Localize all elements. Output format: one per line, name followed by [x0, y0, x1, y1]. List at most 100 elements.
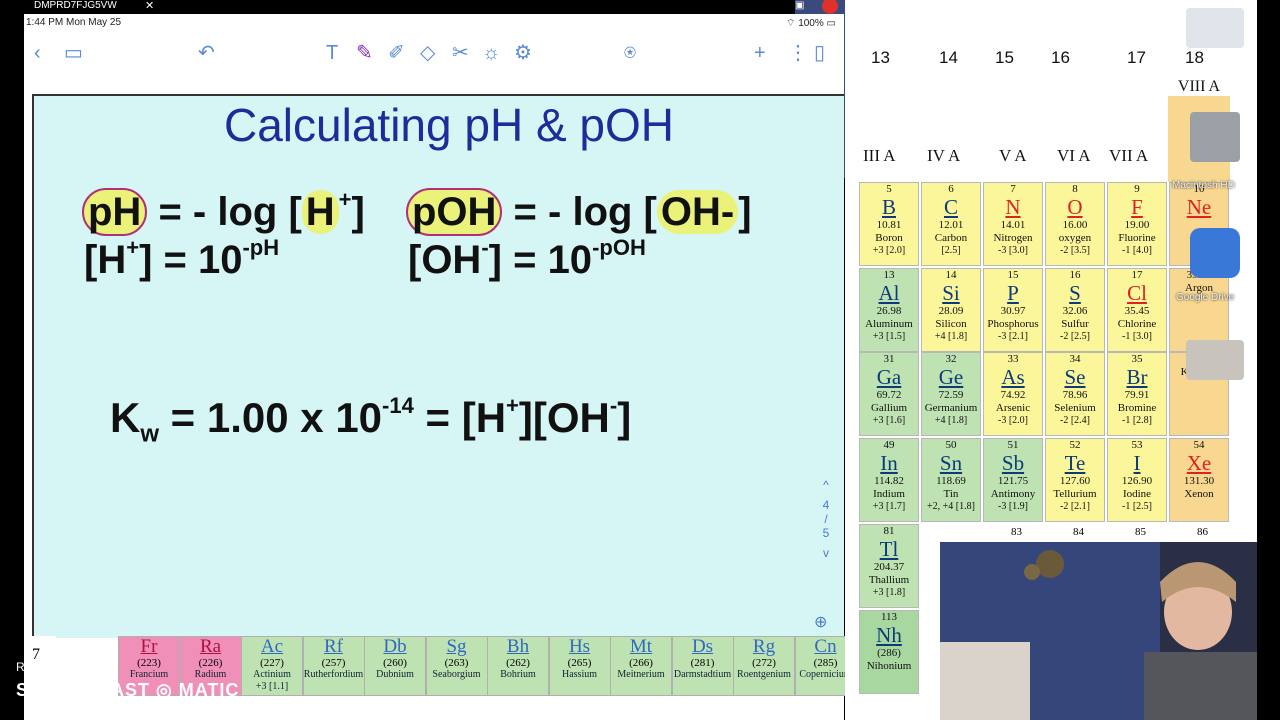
recording-topbar: DMPRD7FJG5VW ✕ ▣ [0, 0, 1112, 178]
scroll-down-icon[interactable]: v [818, 546, 834, 560]
atomic-mass: (227) [260, 657, 284, 669]
atomic-number: 54 [1193, 439, 1205, 451]
scroll-up-icon[interactable]: ^ [818, 478, 834, 492]
atomic-mass: (260) [383, 657, 407, 669]
oxidation-state: +3 [1.5] [872, 331, 906, 342]
back-icon[interactable]: ‹ [34, 42, 41, 64]
element-name: Darmstadtium [673, 669, 732, 680]
oxidation-state: -3 [2.0] [998, 415, 1028, 426]
sidebar-icon[interactable]: ▯ [814, 42, 825, 64]
page-scroller[interactable]: ^ 4 / 5 v [818, 478, 834, 560]
zoom-icon[interactable]: ⊕ [814, 612, 827, 632]
google-drive-label: Google Drive [1176, 292, 1235, 303]
oxidation-state: -2 [2.5] [1060, 331, 1090, 342]
image-icon[interactable]: ⚙ [514, 42, 532, 64]
atomic-mass: 35.45 [1124, 305, 1150, 317]
element-symbol: C [943, 195, 958, 219]
atomic-mass: 28.09 [938, 305, 964, 317]
atomic-mass: 204.37 [873, 561, 905, 573]
undo-icon[interactable]: ↶ [198, 42, 215, 64]
atomic-mass: (272) [752, 657, 776, 669]
element-name: Hassium [562, 669, 597, 680]
atomic-number: 85 [1135, 526, 1146, 538]
element-name: Bromine [1117, 402, 1157, 414]
element-cell: 31 Ga 69.72 Gallium +3 [1.6] [859, 352, 919, 436]
element-cell: Rf (257) Rutherfordium [302, 636, 365, 696]
element-cell: 17 Cl 35.45 Chlorine -1 [3.0] [1107, 268, 1167, 352]
lasso-icon[interactable]: ✂ [452, 42, 469, 64]
atomic-mass: (262) [506, 657, 530, 669]
more-icon[interactable]: ⋮ [788, 42, 808, 64]
element-cell: 9 F 19.00 Fluorine -1 [4.0] [1107, 182, 1167, 266]
pages-icon[interactable]: ▭ [64, 42, 83, 64]
text-tool-icon[interactable]: T [326, 42, 338, 64]
highlighter-icon[interactable]: ✐ [388, 42, 405, 64]
element-cell: Rg (272) Roentgenium [733, 636, 795, 696]
hard-drive-icon[interactable] [1190, 112, 1240, 162]
screenshot-file-icon[interactable] [1186, 8, 1244, 48]
element-symbol: Ds [691, 636, 714, 657]
atomic-mass: 12.01 [938, 219, 964, 231]
roman-15: V A [999, 146, 1027, 165]
element-cell: 32 Ge 72.59 Germanium +4 [1.8] [921, 352, 981, 436]
element-symbol: Bh [506, 636, 530, 657]
group-17: 17 [1127, 48, 1146, 67]
element-cell: 8 O 16.00 oxygen -2 [3.5] [1045, 182, 1105, 266]
element-symbol: Ga [876, 365, 902, 389]
atomic-number: 31 [883, 353, 895, 365]
element-name: Actinium [253, 669, 291, 680]
element-name: Sulfur [1061, 318, 1089, 330]
atomic-mass: 26.98 [876, 305, 902, 317]
notes-toolbar: ‹ ▭ ↶ T ✎ ✐ ◇ ✂ ☼ ⚙ ⍟ + ⋮ ▯ [24, 36, 844, 70]
element-cell: 15 P 30.97 Phosphorus -3 [2.1] [983, 268, 1043, 352]
element-symbol: Si [942, 281, 960, 305]
element-name: Xenon [1184, 488, 1214, 500]
pen-tool-icon[interactable]: ✎ [356, 42, 373, 64]
oxidation-state: -3 [3.0] [998, 245, 1028, 256]
microphone-icon[interactable]: ⍟ [624, 42, 636, 64]
element-symbol: Xe [1186, 451, 1212, 475]
element-symbol: Hs [568, 636, 591, 657]
oxidation-state: +4 [1.8] [934, 415, 968, 426]
shapes-icon[interactable]: ☼ [482, 42, 500, 64]
group-16: 16 [1051, 48, 1070, 67]
element-name: Tin [943, 488, 959, 500]
oxidation-state: +2, +4 [1.8] [927, 501, 975, 512]
atomic-mass: 10.81 [876, 219, 902, 231]
element-name: Nitrogen [993, 232, 1033, 244]
element-cell: Ac (227) Actinium +3 [1.1] [241, 636, 303, 696]
add-icon[interactable]: + [754, 42, 766, 64]
element-name: Nihonium [866, 660, 912, 672]
element-name: Dubnium [376, 669, 414, 680]
group-13: 13 [871, 48, 890, 67]
atomic-number: 83 [1011, 526, 1022, 538]
atomic-number: 8 [1072, 183, 1078, 195]
battery-label: ⌔ 100% ▭ [786, 18, 836, 29]
element-cell: 33 As 74.92 Arsenic -3 [2.0] [983, 352, 1043, 436]
atomic-number: 86 [1197, 526, 1208, 538]
element-symbol: O [1067, 195, 1083, 219]
element-name: Seaborgium [432, 669, 481, 680]
group-14: 14 [939, 48, 958, 67]
atomic-number: 7 [1010, 183, 1016, 195]
atomic-mass: (281) [690, 657, 715, 669]
element-symbol: Ra [199, 636, 222, 657]
google-drive-icon[interactable] [1190, 228, 1240, 278]
atomic-mass: 118.69 [936, 475, 966, 487]
element-symbol: Sg [446, 636, 467, 657]
oxidation-state: -3 [1.9] [998, 501, 1028, 512]
status-time: 1:44 PM Mon May 25 [26, 17, 122, 28]
element-symbol: In [880, 451, 898, 475]
element-name: oxygen [1058, 232, 1092, 244]
video-file-icon[interactable] [1186, 340, 1244, 380]
atomic-number: 113 [880, 611, 898, 623]
element-name: Arsenic [995, 402, 1031, 414]
element-cell: Ds (281) Darmstadtium [671, 636, 734, 696]
element-symbol: Db [383, 636, 407, 657]
atomic-mass: 72.59 [938, 389, 964, 401]
atomic-mass: (265) [567, 657, 592, 669]
atomic-number: 16 [1069, 269, 1081, 281]
eraser-icon[interactable]: ◇ [420, 42, 435, 64]
atomic-mass: 30.97 [1000, 305, 1026, 317]
close-icon[interactable]: ✕ [145, 0, 154, 12]
